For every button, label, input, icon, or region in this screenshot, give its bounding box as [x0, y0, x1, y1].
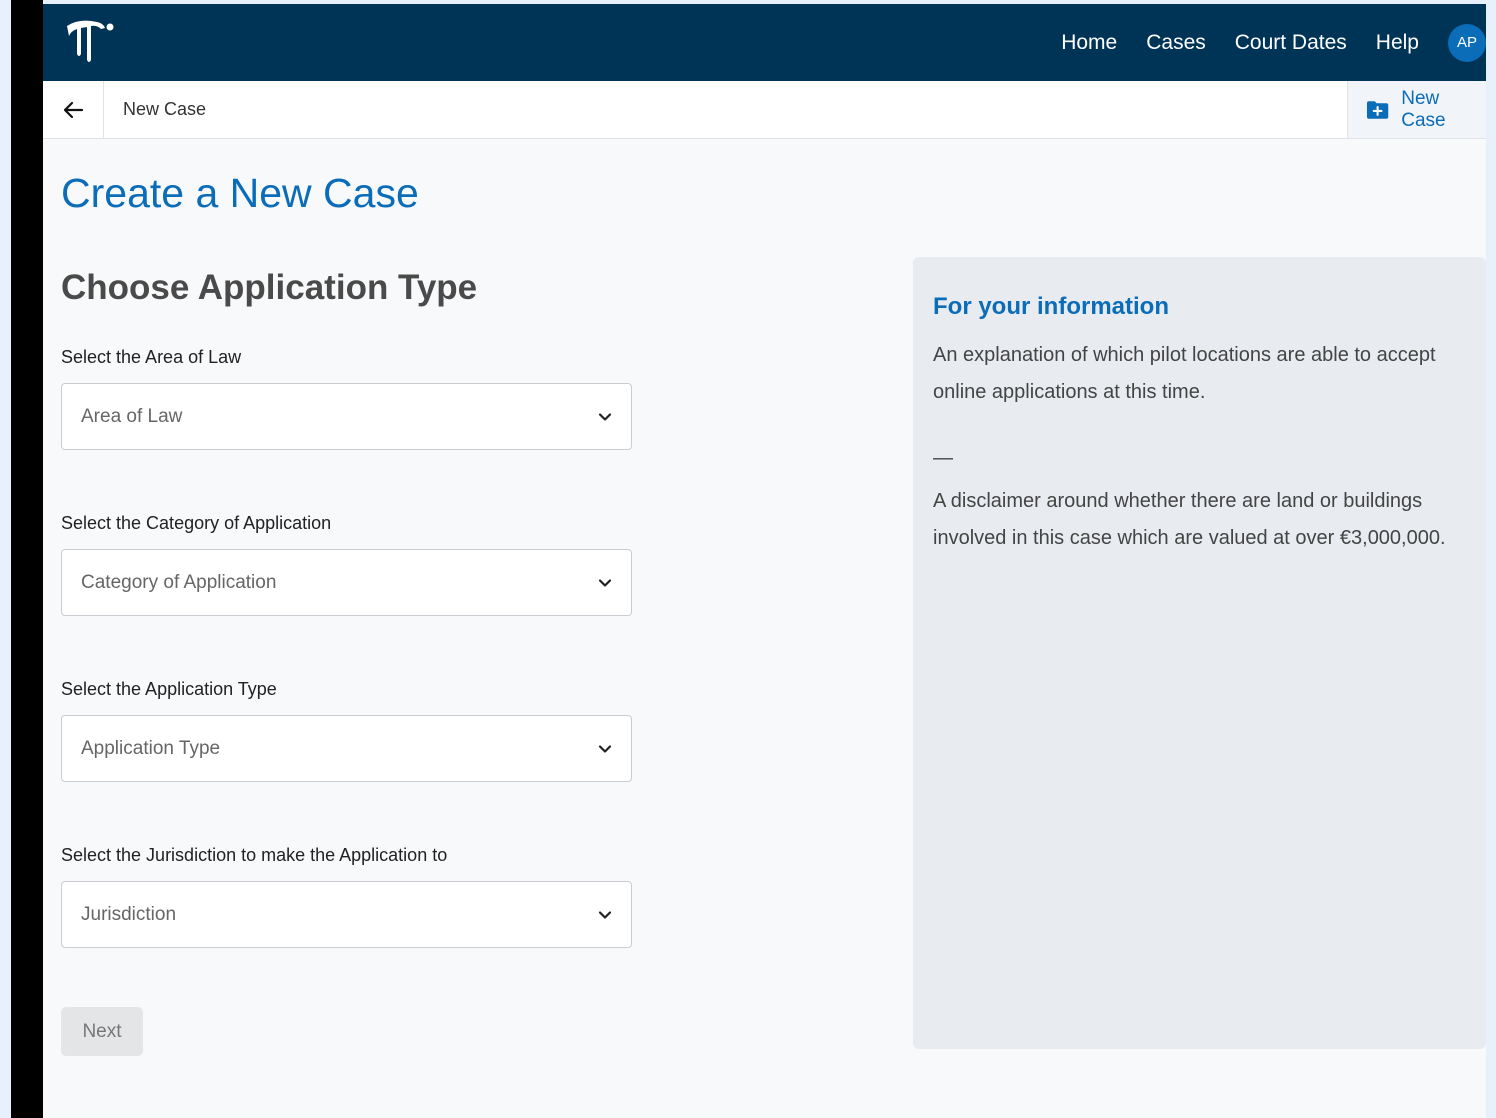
chevron-down-icon	[598, 745, 612, 753]
courts-logo-icon[interactable]	[61, 14, 117, 70]
jurisdiction-label: Select the Jurisdiction to make the Appl…	[61, 845, 448, 865]
top-nav-bar: Home Cases Court Dates Help AP	[43, 4, 1486, 81]
jurisdiction-placeholder: Jurisdiction	[81, 904, 177, 925]
arrow-left-icon	[63, 101, 84, 118]
breadcrumb-title: New Case	[123, 99, 207, 119]
category-select[interactable]: Category of Application	[61, 549, 632, 616]
chevron-down-icon	[598, 911, 612, 919]
nav-cases-link[interactable]: Cases	[1146, 31, 1206, 55]
nav-home-link[interactable]: Home	[1061, 31, 1117, 55]
chevron-down-icon	[598, 579, 612, 587]
app-window: Home Cases Court Dates Help AP New Case …	[43, 4, 1486, 1118]
area-of-law-placeholder: Area of Law	[81, 406, 183, 427]
info-separator: —	[933, 447, 953, 469]
info-panel: For your information An explanation of w…	[913, 257, 1486, 1049]
chevron-down-icon	[598, 413, 612, 421]
application-type-placeholder: Application Type	[81, 738, 221, 759]
area-of-law-select[interactable]: Area of Law	[61, 383, 632, 450]
info-title: For your information	[933, 293, 1169, 320]
page-title: Create a New Case	[61, 170, 419, 216]
application-type-select[interactable]: Application Type	[61, 715, 632, 782]
screen-frame-right	[1486, 0, 1496, 1118]
area-of-law-label: Select the Area of Law	[61, 347, 242, 367]
sub-header-bar: New Case New Case	[43, 81, 1486, 139]
info-paragraph-disclaimer: A disclaimer around whether there are la…	[933, 490, 1446, 549]
jurisdiction-select[interactable]: Jurisdiction	[61, 881, 632, 948]
back-button[interactable]	[43, 81, 104, 138]
next-button[interactable]: Next	[61, 1007, 143, 1056]
folder-plus-icon	[1366, 100, 1389, 119]
screen-frame-left-edge	[0, 0, 11, 1118]
new-case-button[interactable]: New Case	[1347, 81, 1486, 138]
main-nav: Home Cases Court Dates Help AP	[1061, 4, 1486, 81]
new-case-button-label: New Case	[1401, 87, 1446, 131]
nav-court-dates-link[interactable]: Court Dates	[1235, 31, 1347, 55]
nav-help-link[interactable]: Help	[1376, 31, 1419, 55]
user-avatar[interactable]: AP	[1448, 23, 1486, 62]
category-label: Select the Category of Application	[61, 513, 332, 533]
info-paragraph-pilot-locations: An explanation of which pilot locations …	[933, 344, 1436, 403]
category-placeholder: Category of Application	[81, 572, 277, 593]
application-type-label: Select the Application Type	[61, 679, 277, 699]
section-title: Choose Application Type	[61, 268, 478, 307]
